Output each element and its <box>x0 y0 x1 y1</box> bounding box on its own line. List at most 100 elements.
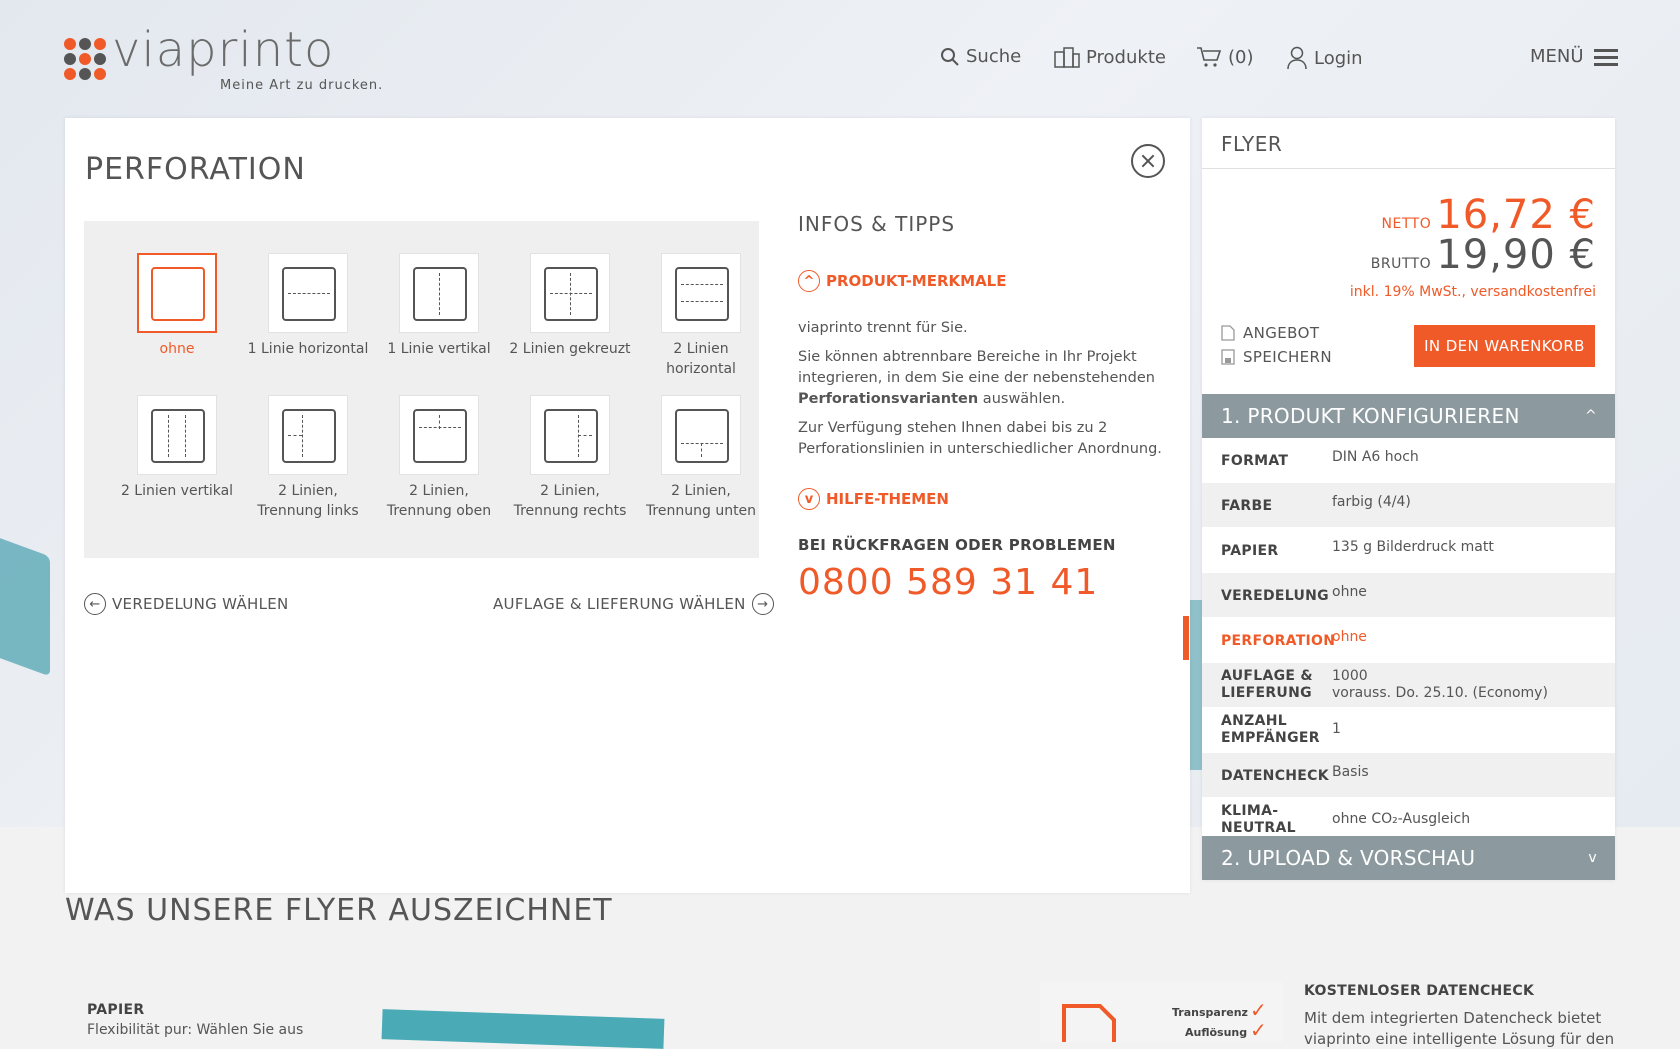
chevron-up-icon: ^ <box>798 270 820 292</box>
back-link-label: VEREDELUNG WÄHLEN <box>112 595 289 613</box>
feature-datacheck-text: viaprinto eine intelligente Lösung für d… <box>1304 1030 1615 1048</box>
chevron-down-icon: v <box>798 488 820 510</box>
nav-products[interactable]: Produkte <box>1054 46 1166 68</box>
info-panel: INFOS & TIPPS ^ PRODUKT-MERKMALE viaprin… <box>798 212 1168 603</box>
option-2-linien-vertikal[interactable]: 2 Linien vertikal <box>112 395 242 501</box>
config-row-papier[interactable]: PAPIER 135 g Bilderdruck matt <box>1202 528 1615 573</box>
option-trennung-unten[interactable]: 2 Linien, Trennung unten <box>636 395 766 521</box>
add-to-cart-button[interactable]: IN DEN WARENKORB <box>1414 325 1595 367</box>
document-icon <box>1221 325 1235 341</box>
document-check-icon <box>1062 1004 1116 1042</box>
option-label: 1 Linie vertikal <box>387 341 491 357</box>
close-icon[interactable] <box>1131 144 1165 178</box>
option-label: 2 Linien, Trennung unten <box>645 483 757 519</box>
feature-datacheck-label: KOSTENLOSER DATENCHECK <box>1304 983 1535 999</box>
perforation-right-icon <box>544 409 598 463</box>
config-value: Basis <box>1332 764 1369 780</box>
section-upload[interactable]: 2. UPLOAD & VORSCHAU v <box>1202 836 1615 880</box>
config-value: 1000 vorauss. Do. 25.10. (Economy) <box>1332 668 1548 701</box>
config-row-veredelung[interactable]: VEREDELUNG ohne <box>1202 573 1615 618</box>
back-link[interactable]: ← VEREDELUNG WÄHLEN <box>84 593 289 615</box>
accordion-merkmale[interactable]: ^ PRODUKT-MERKMALE <box>798 270 1168 292</box>
hotline-number[interactable]: 0800 589 31 41 <box>798 562 1168 603</box>
config-row-perforation[interactable]: PERFORATION ohne <box>1202 618 1615 663</box>
nav-search[interactable]: Suche <box>940 46 1021 67</box>
logo-mark-icon <box>64 38 108 82</box>
offer-label: ANGEBOT <box>1243 324 1320 342</box>
option-2-linien-horizontal[interactable]: 2 Linien horizontal <box>636 253 766 379</box>
accordion-hilfe[interactable]: v HILFE-THEMEN <box>798 488 1168 510</box>
option-trennung-rechts[interactable]: 2 Linien, Trennung rechts <box>505 395 635 521</box>
option-label: 2 Linien vertikal <box>120 483 234 499</box>
config-row-farbe[interactable]: FARBE farbig (4/4) <box>1202 483 1615 528</box>
nav-login[interactable]: Login <box>1286 46 1363 70</box>
section-configure[interactable]: 1. PRODUKT KONFIGURIEREN ^ <box>1202 394 1615 438</box>
perforation-h-icon <box>282 267 336 321</box>
price-brutto: BRUTTO 19,90 € <box>1371 232 1596 278</box>
config-row-empfaenger[interactable]: ANZAHL EMPFÄNGER 1 <box>1202 708 1615 753</box>
hamburger-icon <box>1593 48 1618 66</box>
option-label: 2 Linien gekreuzt <box>509 341 631 357</box>
config-key: ANZAHL EMPFÄNGER <box>1221 713 1320 746</box>
next-link[interactable]: AUFLAGE & LIEFERUNG WÄHLEN → <box>493 593 774 615</box>
config-value: ohne <box>1332 584 1367 600</box>
option-label: 2 Linien, Trennung rechts <box>513 483 627 519</box>
brand-tagline: Meine Art zu drucken. <box>220 78 384 93</box>
config-key: AUFLAGE & LIEFERUNG <box>1221 668 1313 701</box>
perforation-cross-icon <box>544 267 598 321</box>
option-1-linie-vertikal[interactable]: 1 Linie vertikal <box>374 253 504 359</box>
config-key: PERFORATION <box>1221 633 1336 649</box>
config-key: FORMAT <box>1221 453 1289 469</box>
sheet-plain-icon <box>151 267 205 321</box>
arrow-right-icon: → <box>751 593 774 615</box>
perforation-options: ohne 1 Linie horizontal 1 Linie vertikal… <box>84 221 759 558</box>
logo[interactable]: viaprinto Meine Art zu drucken. <box>64 22 404 98</box>
config-value: farbig (4/4) <box>1332 494 1411 510</box>
cart-icon <box>1197 47 1222 67</box>
perforation-panel: PERFORATION ohne 1 Linie horizontal 1 Li… <box>65 118 1190 893</box>
perforation-v-icon <box>413 267 467 321</box>
info-title: INFOS & TIPPS <box>798 212 956 236</box>
option-label: 2 Linien, Trennung links <box>257 483 359 519</box>
accordion-merkmale-label: PRODUKT-MERKMALE <box>826 272 1007 290</box>
save-link[interactable]: SPEICHERN <box>1221 348 1332 366</box>
divider <box>1202 168 1615 169</box>
chevron-up-icon: ^ <box>1584 408 1597 424</box>
save-icon <box>1221 349 1235 365</box>
config-key: DATENCHECK <box>1221 768 1329 784</box>
config-row-datencheck[interactable]: DATENCHECK Basis <box>1202 753 1615 798</box>
config-row-format[interactable]: FORMAT DIN A6 hoch <box>1202 438 1615 483</box>
option-label: 2 Linien, Trennung oben <box>386 483 492 519</box>
nav-menu[interactable]: MENÜ <box>1530 46 1618 67</box>
option-ohne[interactable]: ohne <box>112 253 242 359</box>
active-step-indicator <box>1183 616 1189 660</box>
config-value: DIN A6 hoch <box>1332 449 1419 465</box>
option-label: ohne <box>159 341 195 357</box>
cart-count: (0) <box>1228 46 1254 68</box>
nav-cart[interactable]: (0) <box>1196 46 1254 68</box>
brutto-label: BRUTTO <box>1370 256 1432 272</box>
feature-paper-text: Flexibilität pur: Wählen Sie aus <box>87 1022 304 1038</box>
config-row-auflage[interactable]: AUFLAGE & LIEFERUNG 1000 vorauss. Do. 25… <box>1202 663 1615 708</box>
panel-title: PERFORATION <box>85 152 306 187</box>
option-1-linie-horizontal[interactable]: 1 Linie horizontal <box>243 253 373 359</box>
feature-paper-label: PAPIER <box>87 1002 145 1018</box>
option-label: 2 Linien horizontal <box>666 341 736 377</box>
option-2-linien-gekreuzt[interactable]: 2 Linien gekreuzt <box>505 253 635 359</box>
config-list: FORMAT DIN A6 hoch FARBE farbig (4/4) PA… <box>1202 438 1615 843</box>
feature-datacheck-image: Transparenz Auflösung ✓ ✓ <box>1040 982 1283 1042</box>
option-trennung-oben[interactable]: 2 Linien, Trennung oben <box>374 395 504 521</box>
config-value: 135 g Bilderdruck matt <box>1332 539 1494 555</box>
option-trennung-links[interactable]: 2 Linien, Trennung links <box>243 395 373 521</box>
order-sidebar: FLYER NETTO 16,72 € BRUTTO 19,90 € inkl.… <box>1202 118 1615 880</box>
info-text: Zur Verfügung stehen Ihnen dabei bis zu … <box>798 420 1162 457</box>
config-key: PAPIER <box>1221 543 1279 559</box>
product-title: FLYER <box>1221 132 1283 156</box>
config-value: ohne <box>1332 629 1367 645</box>
info-text: Sie können abtrennbare Bereiche in Ihr P… <box>798 349 1155 407</box>
features-title: WAS UNSERE FLYER AUSZEICHNET <box>65 893 613 928</box>
brand-name: viaprinto <box>112 22 335 78</box>
offer-link[interactable]: ANGEBOT <box>1221 324 1319 342</box>
user-icon <box>1287 46 1307 70</box>
config-key: FARBE <box>1221 498 1273 514</box>
